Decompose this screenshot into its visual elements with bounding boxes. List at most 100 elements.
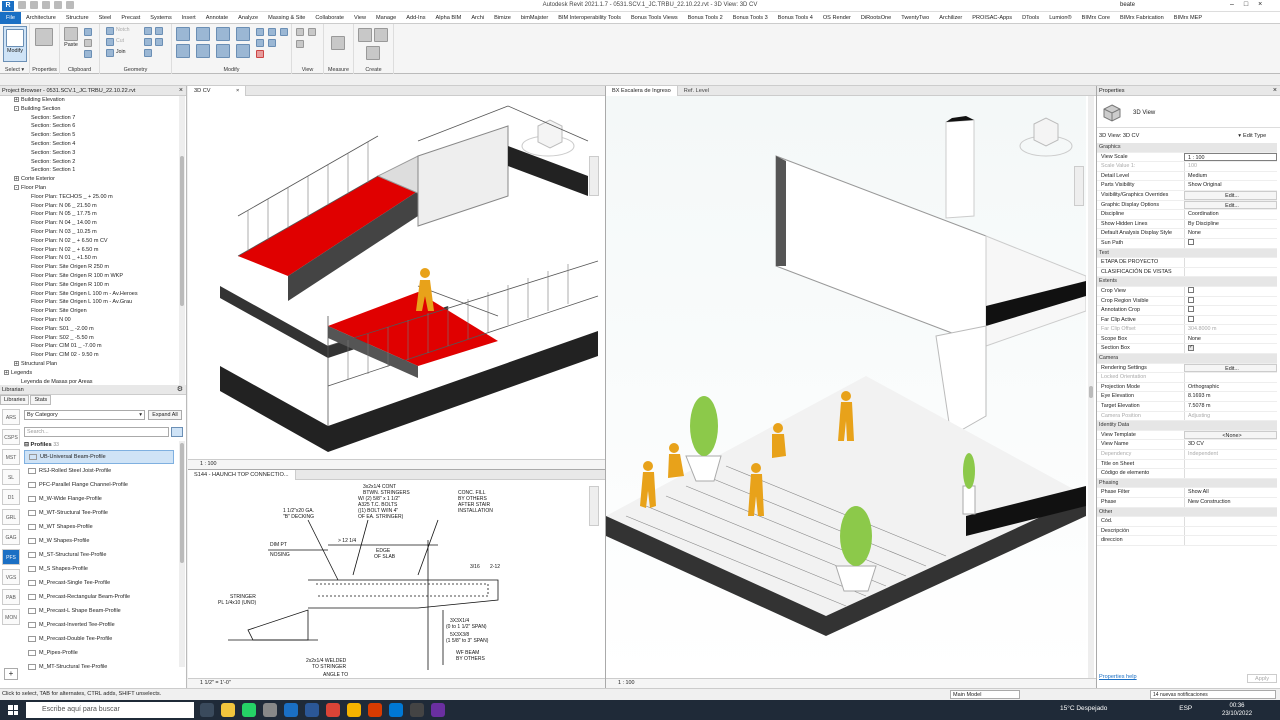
library-item[interactable]: M_Precast-Double Tee-Profile [24, 632, 174, 646]
close-icon[interactable]: × [1273, 86, 1277, 96]
tab-steel[interactable]: Steel [94, 12, 117, 24]
tab-analyze[interactable]: Analyze [233, 12, 263, 24]
property-section-header[interactable]: Camera [1097, 354, 1277, 364]
property-value[interactable] [1184, 296, 1277, 306]
tab-archilizer[interactable]: Archilizer [934, 12, 967, 24]
save-icon[interactable] [30, 1, 38, 9]
profiles-group-header[interactable]: ⊟ Profiles 33 [24, 441, 174, 450]
property-value[interactable] [1184, 238, 1277, 248]
tree-item[interactable]: Section: Section 4 [0, 140, 178, 149]
tab-dtools[interactable]: DTools [1017, 12, 1044, 24]
library-item[interactable]: M_S Shapes-Profile [24, 562, 174, 576]
tree-item[interactable]: Section: Section 7 [0, 114, 178, 123]
tree-item[interactable]: Floor Plan: TECHOS _ + 25.00 m [0, 193, 178, 202]
detail-note[interactable]: OF SLAB [374, 554, 396, 560]
file-explorer-icon[interactable] [221, 703, 235, 717]
library-item[interactable]: M_WT-Structural Tee-Profile [24, 506, 174, 520]
detail-note[interactable]: 3/16 [470, 564, 480, 570]
settings-icon[interactable]: ⚙ [177, 385, 183, 395]
tree-item[interactable]: Floor Plan: N 05 _ 17.75 m [0, 210, 178, 219]
library-side-button[interactable]: MST [2, 449, 20, 465]
settings-icon[interactable] [263, 703, 277, 717]
category-select[interactable]: By Category ▾ [24, 410, 145, 420]
close-icon[interactable]: × [236, 88, 239, 94]
property-value[interactable]: Edit... [1184, 363, 1277, 373]
tree-item[interactable]: Floor Plan: N 02 _ + 6.50 m CV [0, 237, 178, 246]
tab-bonus-tools-2[interactable]: Bonus Tools 2 [683, 12, 728, 24]
property-value[interactable] [1184, 459, 1277, 469]
library-side-button[interactable]: ARS [2, 409, 20, 425]
override-icon[interactable] [308, 28, 316, 36]
tree-item[interactable]: + Building Elevation [0, 96, 178, 105]
create-group-icon[interactable] [366, 46, 380, 60]
scale-icon[interactable] [256, 39, 264, 47]
tab-file[interactable]: File [0, 11, 22, 24]
tree-item[interactable]: Section: Section 2 [0, 158, 178, 167]
app-icon[interactable] [431, 703, 445, 717]
detail-note[interactable]: > 12 1/4 [338, 538, 356, 544]
tab-proisac-apps[interactable]: PROISAC-Apps [967, 12, 1017, 24]
library-item[interactable]: RSJ-Rolled Steel Joist-Profile [24, 464, 174, 478]
property-value[interactable] [1184, 267, 1277, 277]
library-side-button[interactable]: MON [2, 609, 20, 625]
property-value[interactable]: Show Original [1184, 181, 1277, 190]
library-item[interactable]: M_Precast-L Shape Beam-Profile [24, 604, 174, 618]
navigation-bar[interactable] [1074, 166, 1084, 206]
property-section-header[interactable]: Other [1097, 507, 1277, 518]
tab-bimize[interactable]: Bimize [489, 12, 516, 24]
tab-manage[interactable]: Manage [371, 12, 401, 24]
notifications-badge[interactable]: 14 nuevas notificaciones [1150, 690, 1276, 699]
tree-item[interactable]: Floor Plan: N 03 _ 10.25 m [0, 228, 178, 237]
model-select[interactable]: Main Model [950, 690, 1020, 699]
checkbox[interactable] [1188, 296, 1194, 303]
property-value[interactable]: Coordination [1184, 210, 1277, 219]
tree-item[interactable]: Floor Plan: Site Origen L 100 m - Av.Her… [0, 290, 178, 299]
library-side-button[interactable]: PAB [2, 589, 20, 605]
move-icon[interactable] [176, 44, 190, 58]
tab-bimrx-core[interactable]: BIMrx Core [1077, 12, 1115, 24]
cope-icon[interactable] [106, 27, 114, 35]
property-value[interactable] [1184, 536, 1277, 545]
property-value[interactable]: Edit... [1184, 200, 1277, 210]
tree-item[interactable]: Floor Plan: Site Origen R 100 m [0, 281, 178, 290]
collapse-icon[interactable]: - [14, 105, 19, 111]
tab-view[interactable]: View [349, 12, 371, 24]
navigation-bar[interactable] [589, 486, 599, 526]
tree-item[interactable]: Floor Plan: N 02 _ + 6.50 m [0, 246, 178, 255]
apply-button[interactable]: Apply [1247, 674, 1277, 683]
tree-item[interactable]: Leyenda de Masas por Areas [0, 378, 178, 386]
split-icon[interactable] [256, 28, 264, 36]
tab-bonus-tools-4[interactable]: Bonus Tools 4 [773, 12, 818, 24]
app-icon[interactable] [368, 703, 382, 717]
beam-join-icon[interactable] [144, 49, 152, 57]
tab-bonus-tools-views[interactable]: Bonus Tools Views [626, 12, 683, 24]
tab-twentytwo[interactable]: TwentyTwo [896, 12, 934, 24]
tree-item[interactable]: Floor Plan: N 00 [0, 316, 178, 325]
tab-archi[interactable]: Archi [466, 12, 489, 24]
tree-item[interactable]: + Structural Plan [0, 360, 178, 369]
copy-icon[interactable] [84, 28, 92, 36]
library-side-button[interactable]: PFS [2, 549, 20, 565]
expand-icon[interactable]: + [14, 97, 19, 103]
property-value[interactable]: None [1184, 334, 1277, 344]
properties-button[interactable] [35, 28, 53, 46]
tab-bimrx-fabrication[interactable]: BIMrx Fabrication [1115, 12, 1169, 24]
create-parts-icon[interactable] [374, 28, 388, 42]
checkbox[interactable] [1188, 286, 1194, 293]
library-item[interactable]: M_WT Shapes-Profile [24, 520, 174, 534]
detail-note[interactable]: "B" DECKING [283, 514, 314, 520]
tab-libraries[interactable]: Libraries [0, 395, 30, 405]
library-scrollbar[interactable] [179, 441, 185, 667]
library-side-button[interactable]: CSPS [2, 429, 20, 445]
library-item[interactable]: M_ST-Structural Tee-Profile [24, 548, 174, 562]
stair-3d-canvas[interactable] [188, 96, 606, 459]
checkbox[interactable] [1188, 239, 1194, 246]
rotate-icon[interactable] [216, 44, 230, 58]
expand-icon[interactable]: + [4, 369, 9, 375]
type-selector[interactable]: 3D View [1097, 96, 1280, 128]
library-item[interactable]: M_Precast-Rectangular Beam-Profile [24, 590, 174, 604]
tab-add-ins[interactable]: Add-Ins [401, 12, 430, 24]
property-value[interactable]: 1 : 100 [1184, 152, 1277, 162]
modify-button[interactable]: Modify [3, 26, 27, 62]
library-item[interactable]: M_W Shapes-Profile [24, 534, 174, 548]
